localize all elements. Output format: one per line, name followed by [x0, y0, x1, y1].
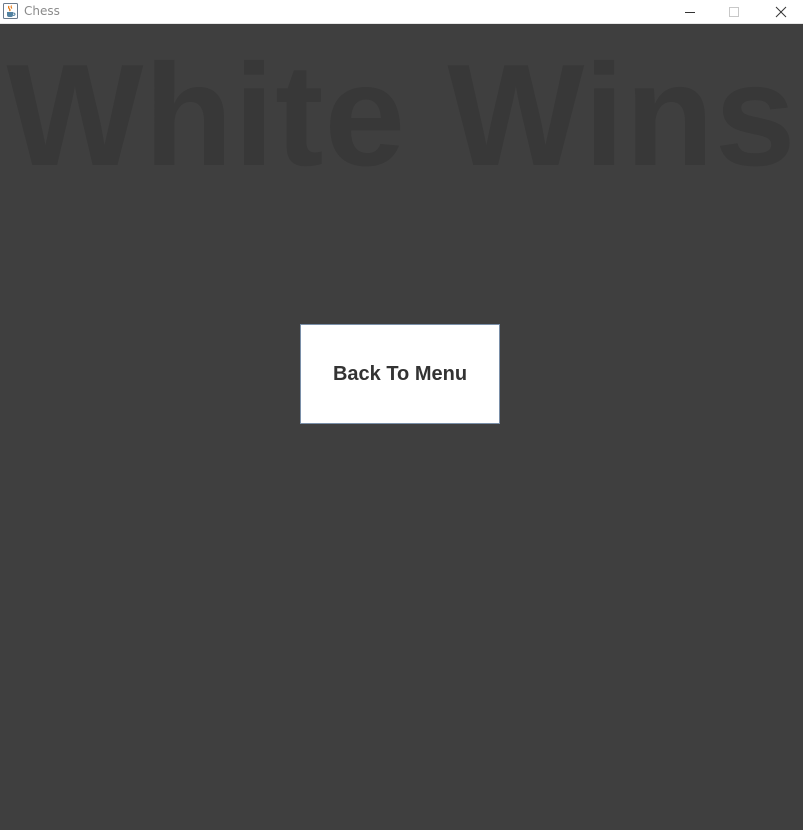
close-icon[interactable] [759, 0, 803, 23]
back-to-menu-button[interactable]: Back To Menu [300, 324, 500, 424]
winner-headline: White Wins [6, 34, 797, 196]
chess-window: Chess White Wins Back To Menu [0, 0, 803, 830]
minimize-icon[interactable] [668, 0, 712, 23]
window-title: Chess [24, 4, 60, 18]
game-over-panel: White Wins Back To Menu [0, 24, 803, 830]
java-coffee-cup-icon [3, 3, 18, 19]
maximize-icon[interactable] [712, 0, 756, 23]
title-bar[interactable]: Chess [0, 0, 803, 24]
